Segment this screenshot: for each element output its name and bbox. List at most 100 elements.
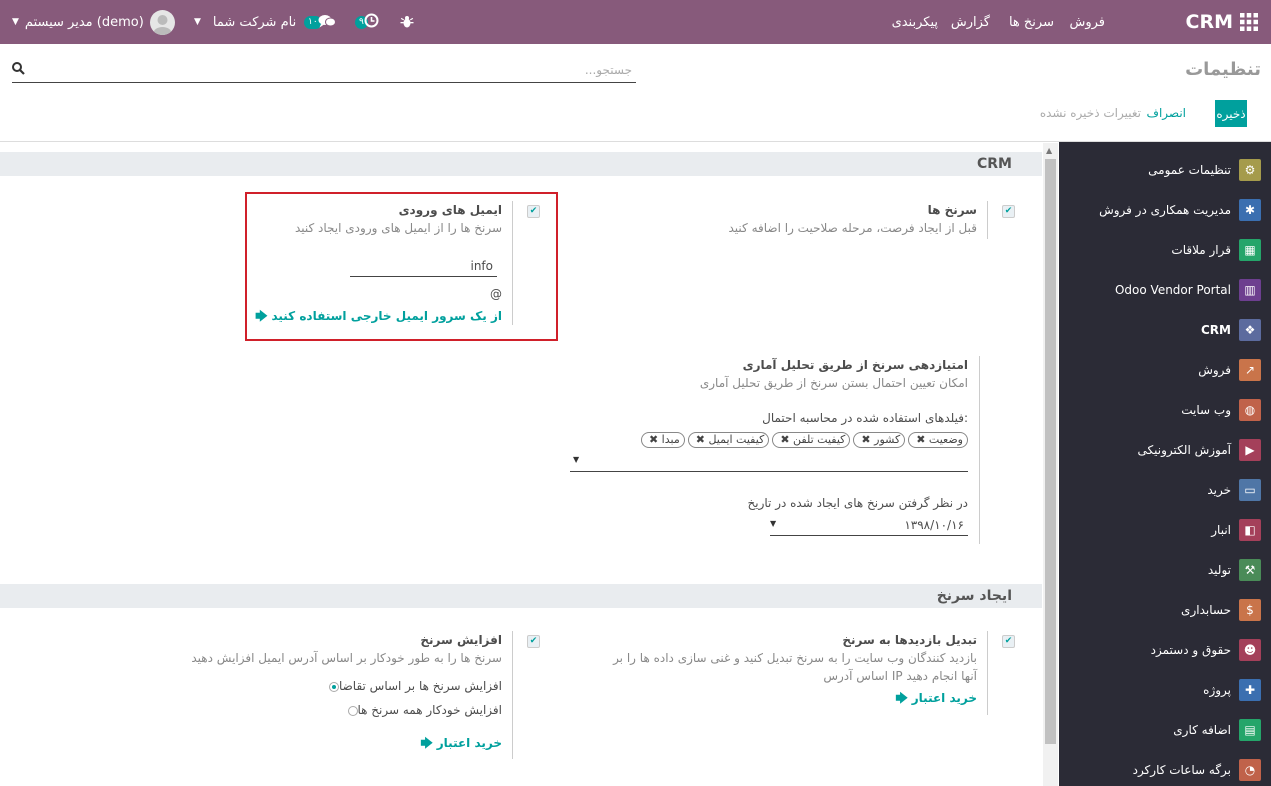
sidebar-item-13[interactable]: پروژه ✚ <box>1059 670 1271 710</box>
settings-app-sidebar: تنظیمات عمومی ⚙ مدیریت همکاری در فروش ✱ قرار… <box>1059 142 1271 786</box>
menu-reporting[interactable]: گزارش <box>951 0 990 44</box>
arrow-right-icon: 🡆 <box>895 691 908 705</box>
sidebar-item-9[interactable]: انبار ◧ <box>1059 510 1271 550</box>
divider <box>512 631 513 759</box>
debug-bug-icon[interactable] <box>400 0 414 44</box>
sidebar-item-14[interactable]: اضافه کاری ▤ <box>1059 710 1271 750</box>
remove-tag-icon[interactable]: ✖ <box>916 433 925 446</box>
sidebar-item-12[interactable]: حقوق و دستمزد ☻ <box>1059 630 1271 670</box>
sidebar-item-1[interactable]: مدیریت همکاری در فروش ✱ <box>1059 190 1271 230</box>
fields-dropdown[interactable]: ▼ <box>570 452 968 472</box>
section-title: CRM <box>977 156 1012 172</box>
search-input[interactable] <box>32 59 632 81</box>
buy-credits-link[interactable]: 🡆 خرید اعتبار <box>177 734 502 755</box>
activities-menu[interactable]: ۹ <box>355 0 379 44</box>
sidebar-item-label: خرید <box>1207 483 1231 497</box>
sidebar-item-6[interactable]: وب سایت ◍ <box>1059 390 1271 430</box>
discard-button[interactable]: انصراف <box>1147 106 1186 120</box>
link-text: خرید اعتبار <box>911 691 977 705</box>
sidebar-item-label: CRM <box>1201 323 1231 337</box>
section-title: ایجاد سرنخ <box>936 588 1012 604</box>
setting-content: سرنخ ها قبل از ایجاد فرصت، مرحله صلاحیت … <box>729 201 978 237</box>
search-icon[interactable] <box>12 62 25 78</box>
page-title: تنظیمات <box>1185 59 1261 80</box>
unsaved-changes-label: تغییرات ذخیره نشده <box>1039 106 1141 120</box>
tag-label: وضعیت <box>928 433 963 446</box>
radio-button-checked[interactable] <box>328 681 339 692</box>
sidebar-item-label: حسابداری <box>1181 603 1231 617</box>
menu-leads[interactable]: سرنخ ها <box>1009 0 1054 44</box>
messages-menu[interactable]: ۱۰ <box>304 0 336 44</box>
menu-sales[interactable]: فروش <box>1069 0 1105 44</box>
setting-description: قبل از ایجاد فرصت، مرحله صلاحیت را اضافه… <box>728 221 978 235</box>
sidebar-item-2[interactable]: قرار ملاقات ▦ <box>1059 230 1271 270</box>
radio-auto[interactable]: افزایش خودکار همه سرنخ ها <box>177 698 502 722</box>
sidebar-item-label: تولید <box>1207 563 1231 577</box>
sidebar-item-4[interactable]: CRM ❖ <box>1059 310 1271 350</box>
gear-icon: ⚙ <box>1239 159 1261 181</box>
setting-content: امتیازدهی سرنخ از طریق تحلیل آماری امکان… <box>700 356 968 392</box>
setting-content: تبدیل بازدیدها به سرنخ بازدید کنندگان وب… <box>587 631 977 710</box>
enrichment-checkbox[interactable]: ✔ <box>527 635 540 648</box>
visits-checkbox[interactable]: ✔ <box>1002 635 1015 648</box>
sidebar-item-label: پروژه <box>1203 683 1231 697</box>
sidebar-item-label: اضافه کاری <box>1173 723 1231 737</box>
section-header-crm: CRM <box>0 152 1042 176</box>
menu-configuration[interactable]: پیکربندی <box>892 0 938 44</box>
setting-title: امتیازدهی سرنخ از طریق تحلیل آماری <box>742 358 968 372</box>
sidebar-item-8[interactable]: خرید ▭ <box>1059 470 1271 510</box>
sidebar-item-label: انبار <box>1211 523 1231 537</box>
app-brand[interactable]: CRM <box>1186 0 1233 44</box>
remove-tag-icon[interactable]: ✖ <box>780 433 789 446</box>
team-icon: ✱ <box>1239 199 1261 221</box>
buy-credits-link[interactable]: 🡆 خرید اعتبار <box>587 689 977 710</box>
remove-tag-icon[interactable]: ✖ <box>861 433 870 446</box>
date-label: در نظر گرفتن سرنخ های ایجاد شده در تاریخ <box>747 496 969 510</box>
setting-title: سرنخ ها <box>927 203 977 217</box>
chart-icon: ↗ <box>1239 359 1261 381</box>
avatar <box>149 9 175 35</box>
sidebar-item-5[interactable]: فروش ↗ <box>1059 350 1271 390</box>
leads-checkbox[interactable]: ✔ <box>1002 205 1015 218</box>
scroll-thumb[interactable] <box>1045 159 1056 744</box>
setting-description: سرنخ ها را به طور خودکار بر اساس آدرس ای… <box>191 651 502 665</box>
setting-visits-to-leads: ✔ تبدیل بازدیدها به سرنخ بازدید کنندگان … <box>585 631 1015 716</box>
sidebar-item-label: فروش <box>1198 363 1231 377</box>
sidebar-item-label: برگه ساعات کارکرد <box>1132 763 1231 777</box>
wrench-icon: ⚒ <box>1239 559 1261 581</box>
tag-label: مبدا <box>661 433 680 446</box>
arrow-right-icon: 🡆 <box>420 736 433 750</box>
user-menu[interactable]: ▼ مدیر سیستم (demo) <box>12 0 175 44</box>
sidebar-item-label: قرار ملاقات <box>1171 243 1231 257</box>
fields-label: فیلدهای استفاده شده در محاسبه احتمال: <box>762 411 968 425</box>
remove-tag-icon[interactable]: ✖ <box>696 433 705 446</box>
scroll-up-icon[interactable]: ▲ <box>1046 146 1052 155</box>
sidebar-item-0[interactable]: تنظیمات عمومی ⚙ <box>1059 150 1271 190</box>
sidebar-item-10[interactable]: تولید ⚒ <box>1059 550 1271 590</box>
remove-tag-icon[interactable]: ✖ <box>649 433 658 446</box>
top-navbar: CRM فروش سرنخ ها گزارش پیکربندی ۹ ۱۰ ▼ ن… <box>0 0 1271 44</box>
grid-icon: ▥ <box>1239 279 1261 301</box>
sidebar-item-label: آموزش الکترونیکی <box>1137 443 1231 457</box>
radio-label: افزایش خودکار همه سرنخ ها <box>357 703 503 717</box>
sidebar-item-7[interactable]: آموزش الکترونیکی ▶ <box>1059 430 1271 470</box>
date-input[interactable]: ▼ ۱۳۹۸/۱۰/۱۶ <box>770 516 968 536</box>
radio-on-demand[interactable]: افزایش سرنخ ها بر اساس تقاضا <box>177 674 502 698</box>
sidebar-item-3[interactable]: Odoo Vendor Portal ▥ <box>1059 270 1271 310</box>
invoice-icon: $ <box>1239 599 1261 621</box>
radio-button[interactable] <box>347 705 358 716</box>
clock-icon <box>364 13 379 31</box>
scrollbar[interactable]: ▲ <box>1043 143 1058 786</box>
link-text: خرید اعتبار <box>436 736 502 750</box>
sidebar-item-11[interactable]: حسابداری $ <box>1059 590 1271 630</box>
tag-label: کشور <box>874 433 901 446</box>
control-panel: تنظیمات ذخیره انصراف تغییرات ذخیره نشده <box>0 44 1271 142</box>
save-button[interactable]: ذخیره <box>1215 100 1247 127</box>
date-value: ۱۳۹۸/۱۰/۱۶ <box>904 518 964 532</box>
apps-menu-icon[interactable] <box>1237 0 1261 44</box>
sidebar-item-15[interactable]: برگه ساعات کارکرد ◔ <box>1059 750 1271 786</box>
company-switcher[interactable]: ▼ نام شرکت شما <box>194 0 296 44</box>
box-icon: ◧ <box>1239 519 1261 541</box>
highlight-box <box>245 192 558 341</box>
handshake-icon: ❖ <box>1239 319 1261 341</box>
